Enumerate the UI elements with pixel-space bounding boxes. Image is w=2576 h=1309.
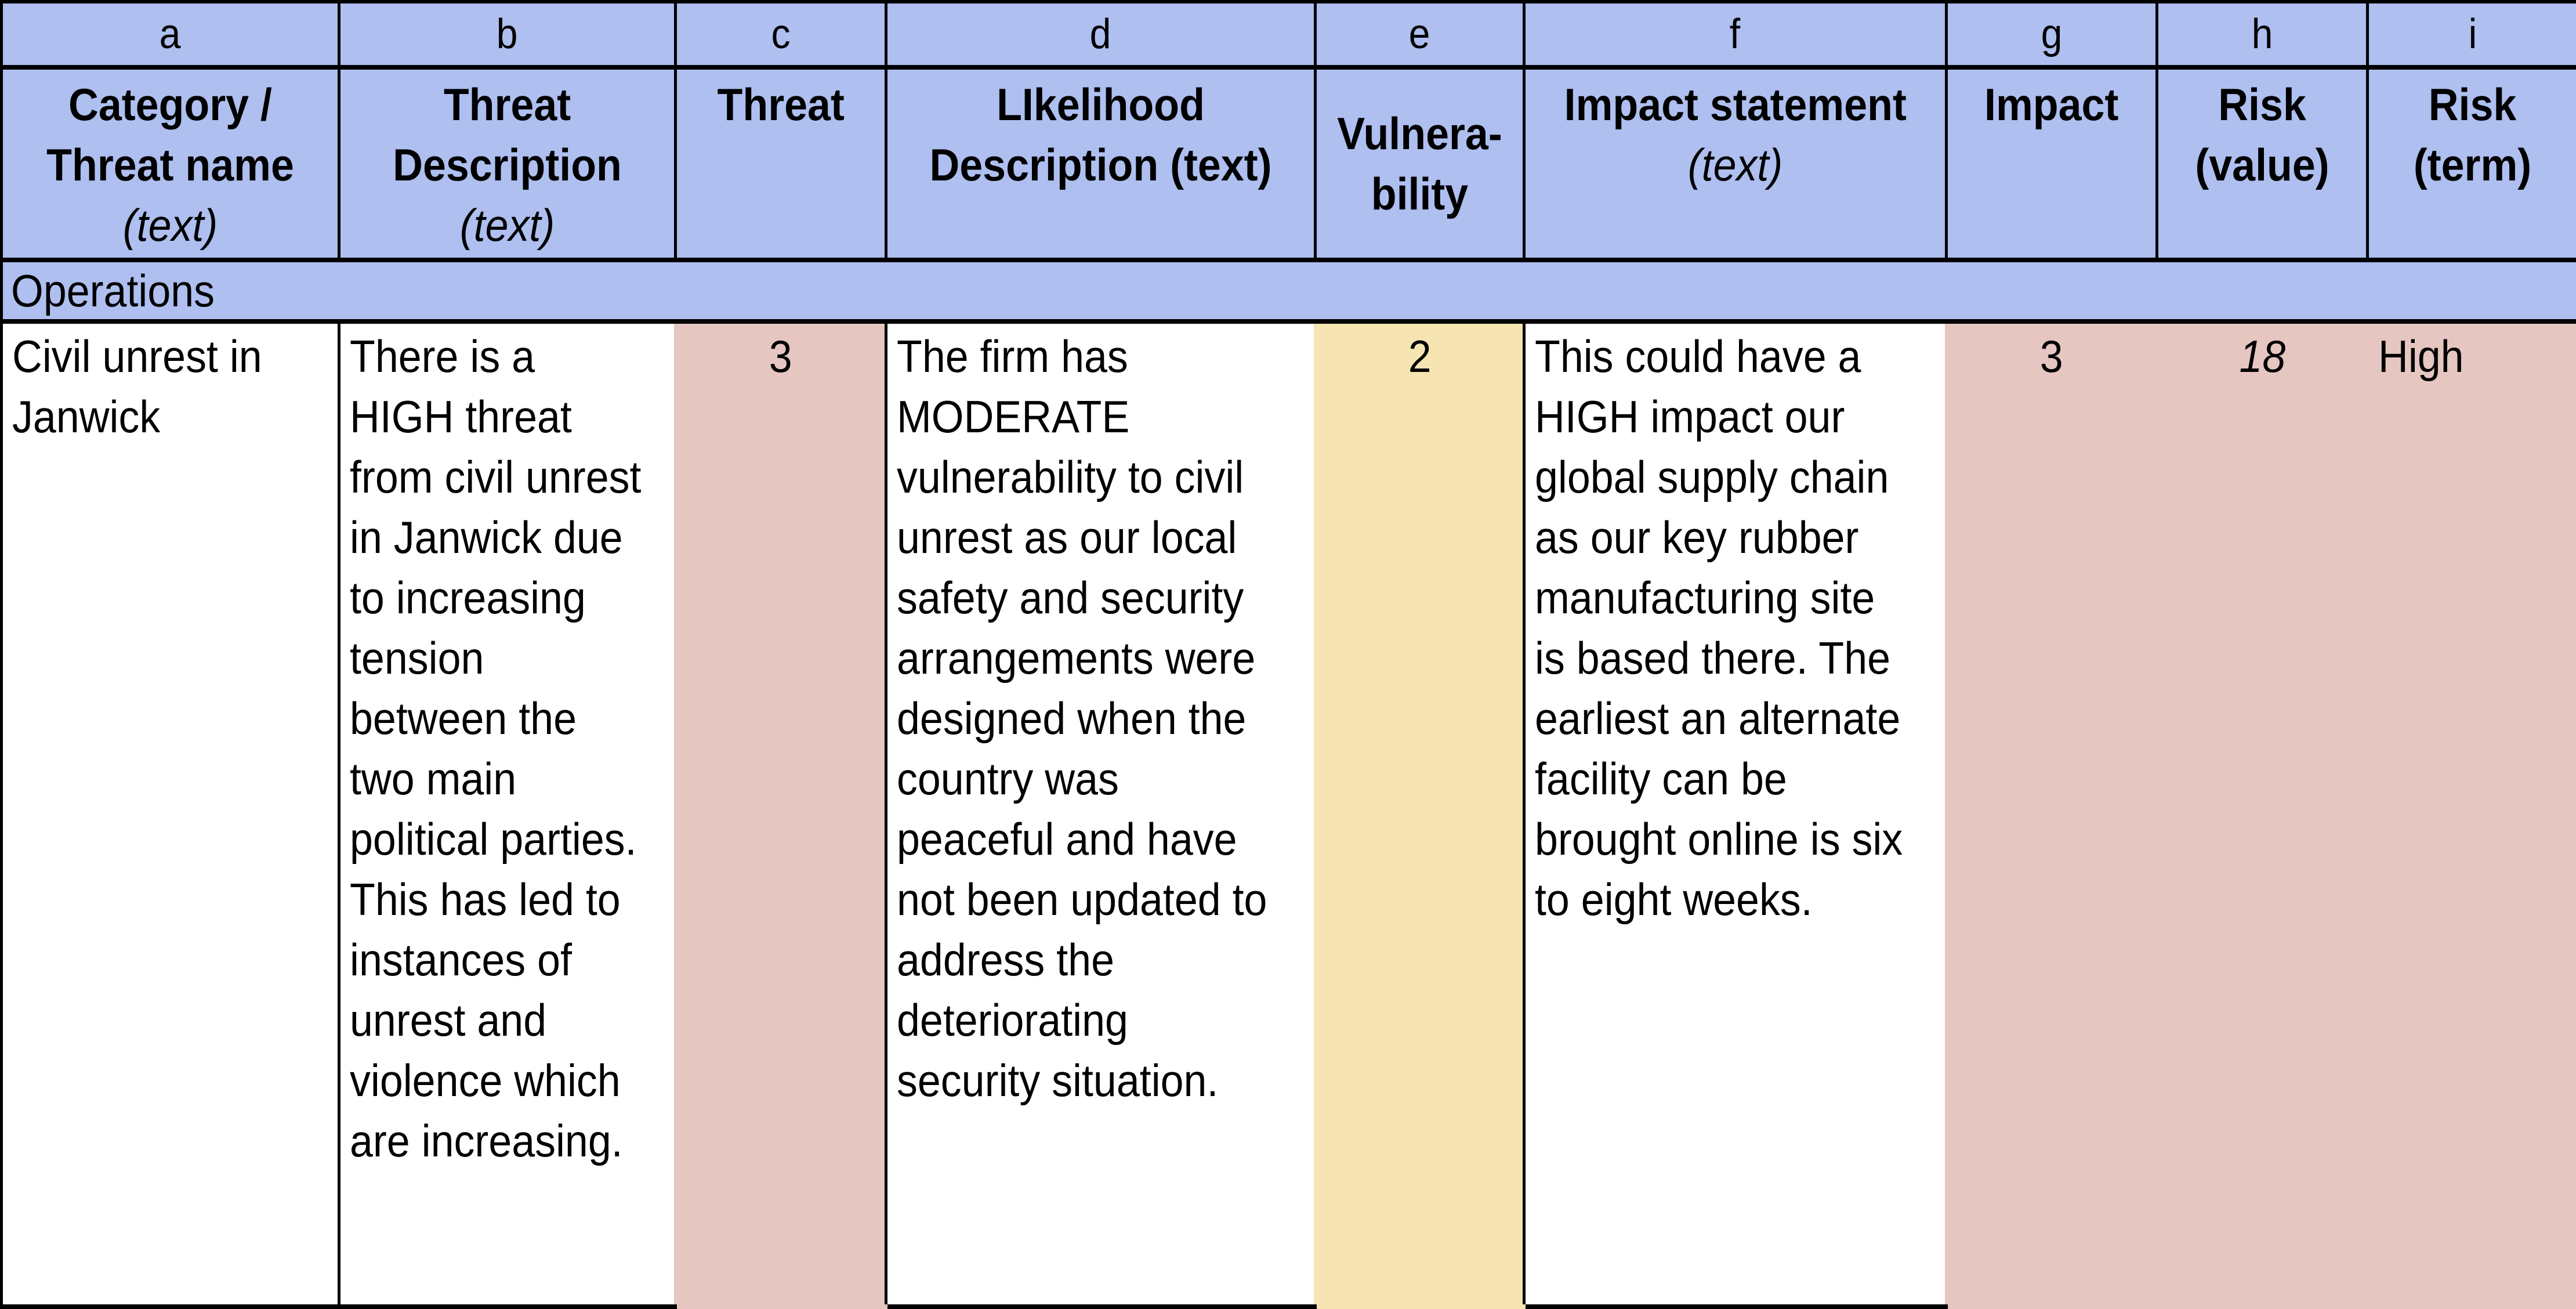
header-subtitle: (text) [16, 195, 324, 255]
column-letter-a[interactable]: a [2, 2, 339, 67]
header-subtitle: (text) [354, 195, 661, 255]
header-risk-value[interactable]: Risk (value) [2157, 67, 2368, 260]
cell-risk-term[interactable]: High [2368, 321, 2576, 1307]
table-row: Civil unrest in Janwick There is a HIGH … [2, 321, 2576, 1307]
column-letter-c[interactable]: c [676, 2, 886, 67]
header-threat-description[interactable]: Threat Description (text) [339, 67, 676, 260]
header-risk-term[interactable]: Risk (term) [2368, 67, 2576, 260]
header-subtitle: (text) [1542, 135, 1928, 195]
cell-risk-value[interactable]: 18 [2157, 321, 2368, 1307]
cell-threat-description[interactable]: There is a HIGH threat from civil unrest… [339, 321, 676, 1307]
column-letter-row: a b c d e f g h i [2, 2, 2576, 67]
column-letter-i[interactable]: i [2368, 2, 2576, 67]
column-letter-f[interactable]: f [1524, 2, 1947, 67]
header-threat[interactable]: Threat [676, 67, 886, 260]
section-label-operations[interactable]: Operations [2, 260, 2576, 321]
header-category-threat-name[interactable]: Category / Threat name (text) [2, 67, 339, 260]
risk-register-table: a b c d e f g h i Category / Threat name… [0, 0, 2576, 1309]
cell-vulnerability-score[interactable]: 2 [1316, 321, 1524, 1307]
column-letter-d[interactable]: d [886, 2, 1316, 67]
header-vulnerability[interactable]: Vulnera-bility [1316, 67, 1524, 260]
cell-threat-score[interactable]: 3 [676, 321, 886, 1307]
column-letter-g[interactable]: g [1947, 2, 2157, 67]
header-row: Category / Threat name (text) Threat Des… [2, 67, 2576, 260]
cell-impact-statement[interactable]: This could have a HIGH impact our global… [1524, 321, 1947, 1307]
header-likelihood-description[interactable]: LIkelihood Description (text) [886, 67, 1316, 260]
column-letter-e[interactable]: e [1316, 2, 1524, 67]
cell-impact-score[interactable]: 3 [1947, 321, 2157, 1307]
header-impact[interactable]: Impact [1947, 67, 2157, 260]
cell-threat-name[interactable]: Civil unrest in Janwick [2, 321, 339, 1307]
column-letter-b[interactable]: b [339, 2, 676, 67]
section-row: Operations [2, 260, 2576, 321]
column-letter-h[interactable]: h [2157, 2, 2368, 67]
cell-likelihood-description[interactable]: The firm has MODERATE vulnerability to c… [886, 321, 1316, 1307]
header-impact-statement[interactable]: Impact statement (text) [1524, 67, 1947, 260]
